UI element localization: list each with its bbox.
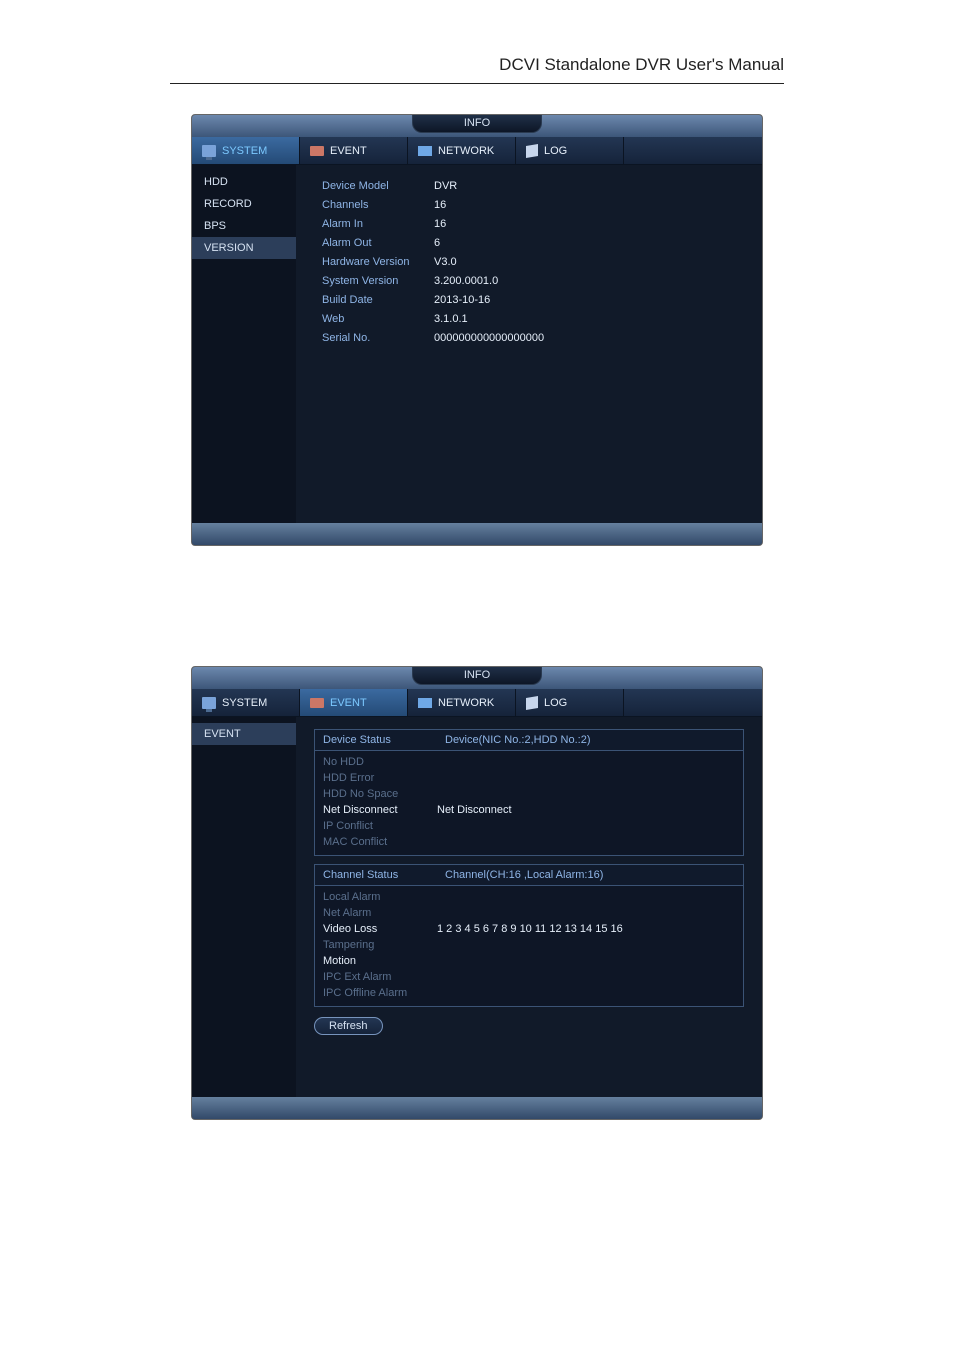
- info-dialog-event: INFO SYSTEM EVENT NETWORK LOG EVENT Devi…: [191, 666, 763, 1120]
- kv-value: 6: [434, 236, 440, 251]
- row-value: Net Disconnect: [437, 802, 512, 818]
- kv-value: 16: [434, 198, 446, 213]
- version-content: Device ModelDVR Channels16 Alarm In16 Al…: [296, 165, 762, 523]
- monitor-icon: [202, 697, 216, 709]
- kv-value: 16: [434, 217, 446, 232]
- kv-value: V3.0: [434, 255, 457, 270]
- dialog-title: INFO: [412, 667, 542, 685]
- sidebar-item-event[interactable]: EVENT: [192, 723, 296, 745]
- top-tabs: SYSTEM EVENT NETWORK LOG: [192, 137, 762, 165]
- tab-label: SYSTEM: [222, 697, 267, 709]
- group-title: Device Status: [315, 730, 437, 750]
- kv-key: Serial No.: [322, 331, 434, 346]
- group-subtitle: Device(NIC No.:2,HDD No.:2): [437, 730, 598, 750]
- page-header: DCVI Standalone DVR User's Manual: [0, 0, 954, 83]
- tab-event[interactable]: EVENT: [300, 137, 408, 164]
- kv-value: 3.200.0001.0: [434, 274, 498, 289]
- group-title: Channel Status: [315, 865, 437, 885]
- kv-key: System Version: [322, 274, 434, 289]
- log-icon: [526, 143, 538, 157]
- tab-log[interactable]: LOG: [516, 137, 624, 164]
- sidebar: EVENT: [192, 717, 296, 1097]
- kv-value: 2013-10-16: [434, 293, 490, 308]
- tab-label: LOG: [544, 145, 567, 157]
- tab-log[interactable]: LOG: [516, 689, 624, 716]
- channel-status-header: Channel Status Channel(CH:16 ,Local Alar…: [314, 864, 744, 885]
- sidebar: HDD RECORD BPS VERSION: [192, 165, 296, 523]
- tab-system[interactable]: SYSTEM: [192, 137, 300, 164]
- event-content: Device Status Device(NIC No.:2,HDD No.:2…: [296, 717, 762, 1097]
- tab-spacer: [624, 689, 762, 716]
- row-key: IPC Ext Alarm: [323, 969, 437, 985]
- tab-label: SYSTEM: [222, 145, 267, 157]
- top-tabs: SYSTEM EVENT NETWORK LOG: [192, 689, 762, 717]
- group-subtitle: Channel(CH:16 ,Local Alarm:16): [437, 865, 611, 885]
- tab-label: NETWORK: [438, 697, 494, 709]
- kv-key: Alarm In: [322, 217, 434, 232]
- kv-key: Device Model: [322, 179, 434, 194]
- tab-network[interactable]: NETWORK: [408, 137, 516, 164]
- tab-spacer: [624, 137, 762, 164]
- row-key: Tampering: [323, 937, 437, 953]
- sidebar-item-hdd[interactable]: HDD: [192, 171, 296, 193]
- refresh-button[interactable]: Refresh: [314, 1017, 383, 1035]
- tab-label: EVENT: [330, 145, 367, 157]
- dialog-bottom-bar: [192, 523, 762, 545]
- network-icon: [418, 146, 432, 156]
- dialog-bottom-bar: [192, 1097, 762, 1119]
- kv-key: Build Date: [322, 293, 434, 308]
- kv-value: DVR: [434, 179, 457, 194]
- kv-key: Channels: [322, 198, 434, 213]
- row-key: IP Conflict: [323, 818, 437, 834]
- row-key: Net Disconnect: [323, 802, 437, 818]
- sidebar-item-version[interactable]: VERSION: [192, 237, 296, 259]
- info-dialog-system-version: INFO SYSTEM EVENT NETWORK LOG HDD RECORD…: [191, 114, 763, 546]
- tab-label: LOG: [544, 697, 567, 709]
- row-key: IPC Offline Alarm: [323, 985, 437, 1001]
- row-key: MAC Conflict: [323, 834, 437, 850]
- channel-status-body: Local Alarm Net Alarm Video Loss1 2 3 4 …: [314, 885, 744, 1007]
- dialog-titlebar: INFO: [192, 667, 762, 689]
- tab-event[interactable]: EVENT: [300, 689, 408, 716]
- kv-key: Web: [322, 312, 434, 327]
- header-rule: [170, 83, 784, 84]
- row-key: HDD Error: [323, 770, 437, 786]
- device-status-header: Device Status Device(NIC No.:2,HDD No.:2…: [314, 729, 744, 750]
- row-key: Motion: [323, 953, 437, 969]
- row-key: HDD No Space: [323, 786, 437, 802]
- log-icon: [526, 695, 538, 709]
- dialog-title: INFO: [412, 115, 542, 133]
- tab-label: NETWORK: [438, 145, 494, 157]
- sidebar-item-record[interactable]: RECORD: [192, 193, 296, 215]
- device-status-body: No HDD HDD Error HDD No Space Net Discon…: [314, 750, 744, 856]
- kv-value: 3.1.0.1: [434, 312, 468, 327]
- tab-system[interactable]: SYSTEM: [192, 689, 300, 716]
- tab-label: EVENT: [330, 697, 367, 709]
- network-icon: [418, 698, 432, 708]
- dialog-titlebar: INFO: [192, 115, 762, 137]
- event-icon: [310, 698, 324, 708]
- row-key: Local Alarm: [323, 889, 437, 905]
- kv-value: 000000000000000000: [434, 331, 544, 346]
- monitor-icon: [202, 145, 216, 157]
- row-key: No HDD: [323, 754, 437, 770]
- kv-key: Alarm Out: [322, 236, 434, 251]
- row-key: Video Loss: [323, 921, 437, 937]
- kv-key: Hardware Version: [322, 255, 434, 270]
- sidebar-item-bps[interactable]: BPS: [192, 215, 296, 237]
- event-icon: [310, 146, 324, 156]
- row-value: 1 2 3 4 5 6 7 8 9 10 11 12 13 14 15 16: [437, 921, 623, 937]
- tab-network[interactable]: NETWORK: [408, 689, 516, 716]
- row-key: Net Alarm: [323, 905, 437, 921]
